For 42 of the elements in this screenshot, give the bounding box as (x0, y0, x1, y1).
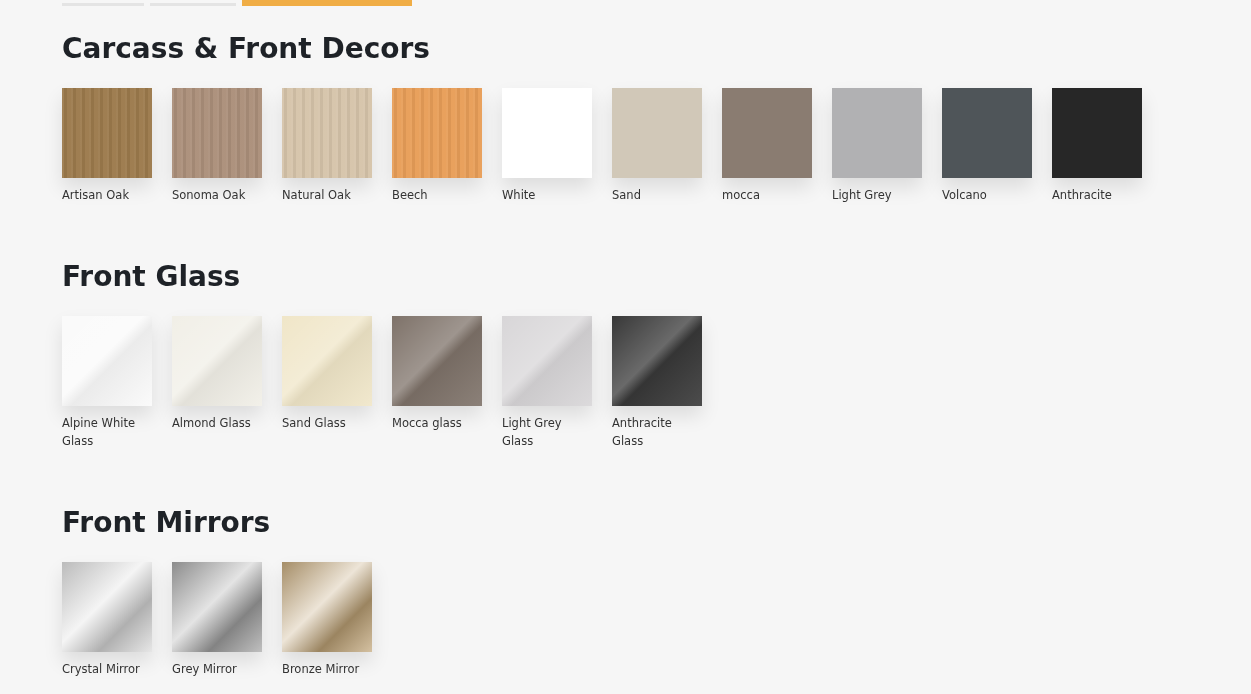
color-swatch[interactable] (1052, 88, 1142, 178)
color-swatch[interactable] (612, 316, 702, 406)
section-heading: Front Glass (62, 259, 242, 295)
swatch-label: White (502, 187, 537, 204)
swatch-label: Sonoma Oak (172, 187, 247, 204)
section-heading: Front Mirrors (62, 505, 272, 541)
swatch-label: mocca (722, 187, 761, 204)
section-heading: Carcass & Front Decors (62, 31, 431, 67)
color-swatch[interactable] (282, 316, 372, 406)
swatch-label: Light Grey Glass (502, 415, 563, 450)
swatch-label: Anthracite Glass (612, 415, 673, 450)
color-swatch[interactable] (172, 88, 262, 178)
color-swatch[interactable] (62, 316, 152, 406)
swatch-label: Sand Glass (282, 415, 347, 432)
swatch-label: Natural Oak (282, 187, 352, 204)
swatch-label: Mocca glass (392, 415, 463, 432)
color-swatch[interactable] (282, 88, 372, 178)
color-swatch[interactable] (942, 88, 1032, 178)
swatch-label: Volcano (942, 187, 988, 204)
color-swatch[interactable] (392, 88, 482, 178)
color-swatch[interactable] (62, 88, 152, 178)
color-swatch[interactable] (172, 316, 262, 406)
color-swatch[interactable] (722, 88, 812, 178)
swatch-label: Grey Mirror (172, 661, 238, 678)
color-swatch[interactable] (502, 316, 592, 406)
swatch-label: Sand (612, 187, 642, 204)
color-swatch[interactable] (502, 88, 592, 178)
tab[interactable] (242, 0, 412, 6)
color-swatch[interactable] (62, 562, 152, 652)
swatch-label: Artisan Oak (62, 187, 131, 204)
color-swatch[interactable] (282, 562, 372, 652)
color-swatch[interactable] (392, 316, 482, 406)
swatch-label: Anthracite (1052, 187, 1113, 204)
swatch-label: Light Grey (832, 187, 893, 204)
color-swatch[interactable] (172, 562, 262, 652)
swatch-label: Crystal Mirror (62, 661, 141, 678)
color-swatch[interactable] (832, 88, 922, 178)
swatch-label: Almond Glass (172, 415, 252, 432)
color-swatch[interactable] (612, 88, 702, 178)
swatch-label: Alpine White Glass (62, 415, 136, 450)
swatch-label: Beech (392, 187, 429, 204)
swatch-label: Bronze Mirror (282, 661, 361, 678)
